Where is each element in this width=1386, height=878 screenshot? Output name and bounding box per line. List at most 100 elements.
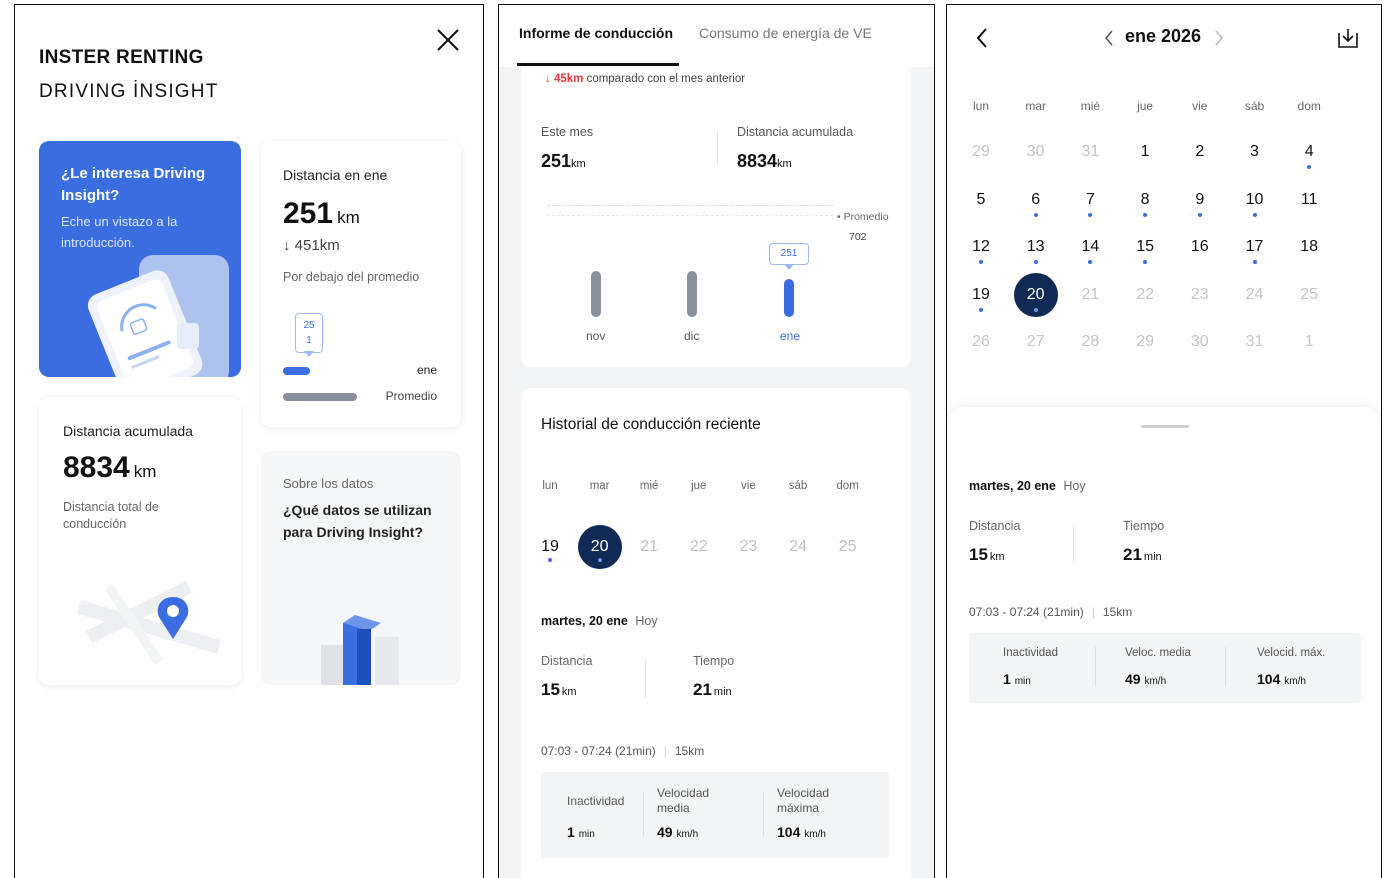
sheet-idle-label: Inactividad bbox=[1003, 647, 1058, 659]
accumulated-distance-label: Distancia acumulada bbox=[63, 423, 193, 439]
calendar-day-0-4[interactable]: 2 bbox=[1178, 130, 1222, 174]
history-day-0[interactable]: 19 bbox=[528, 525, 572, 569]
tab-driving-report[interactable]: Informe de conducción bbox=[519, 25, 673, 41]
bar-value-bubble: 25 1 bbox=[295, 313, 323, 353]
calendar-weekday-3: jue bbox=[1137, 99, 1154, 113]
sheet-distance-value: 15 km bbox=[969, 545, 1005, 564]
monthly-distance-value: 251 km bbox=[283, 197, 360, 230]
history-day-1[interactable]: 20 bbox=[577, 525, 622, 569]
sheet-stats-divider-2 bbox=[1225, 647, 1226, 687]
download-icon[interactable] bbox=[1337, 27, 1359, 49]
calendar-day-2-4[interactable]: 16 bbox=[1178, 225, 1222, 269]
monthly-summary-card: ↓ 45km comparado con el mes anterior Est… bbox=[521, 67, 911, 367]
monthly-distance-card[interactable]: Distancia en ene 251 km ↓ 451km Por debaj… bbox=[261, 141, 461, 427]
calendar-day-3-6[interactable]: 25 bbox=[1287, 273, 1331, 317]
about-data-title: ¿Qué datos se utilizan para Driving Insi… bbox=[283, 502, 432, 540]
history-day-2[interactable]: 21 bbox=[627, 525, 671, 569]
sheet-idle-value: 1 min bbox=[1003, 671, 1031, 687]
next-month-icon[interactable] bbox=[1213, 29, 1225, 47]
sheet-trip-summary[interactable]: 07:03 - 07:24 (21min) | 15km bbox=[969, 605, 1132, 619]
history-day-dot-1 bbox=[597, 558, 602, 562]
calendar-day-dot-2-5 bbox=[1252, 260, 1257, 264]
day-detail-sheet: martes, 20 ene Hoy Distancia 15 km Tiempo… bbox=[947, 407, 1381, 878]
calendar-day-4-5[interactable]: 31 bbox=[1233, 320, 1277, 364]
back-arrow-icon[interactable] bbox=[975, 27, 989, 49]
calendar-day-0-0[interactable]: 29 bbox=[959, 130, 1003, 174]
sheet-day-title: martes, 20 ene Hoy bbox=[969, 479, 1086, 493]
chart-bubble-pointer-icon bbox=[784, 264, 794, 270]
max-speed-label: Velocidad máxima bbox=[777, 786, 830, 815]
about-data-card[interactable]: Sobre los datos ¿Qué datos se utilizan p… bbox=[261, 451, 461, 685]
active-tab-indicator bbox=[517, 63, 679, 66]
history-title: Historial de conducción reciente bbox=[541, 416, 761, 433]
calendar-day-2-6[interactable]: 18 bbox=[1287, 225, 1331, 269]
calendar-day-dot-3-1 bbox=[1033, 307, 1038, 312]
calendar-day-dot-1-5 bbox=[1252, 212, 1257, 217]
calendar-day-4-4[interactable]: 30 bbox=[1178, 320, 1222, 364]
intro-card[interactable]: ¿Le interesa Driving Insight? Eche un vi… bbox=[39, 141, 241, 377]
sheet-drag-handle[interactable] bbox=[1141, 425, 1189, 428]
bubble-pointer-icon bbox=[304, 351, 314, 357]
average-legend: • Promedio bbox=[837, 211, 889, 223]
calendar-day-dot-1-1 bbox=[1033, 212, 1038, 217]
history-day-5[interactable]: 24 bbox=[776, 525, 820, 569]
monthly-distance-delta: ↓ 451km bbox=[283, 237, 340, 254]
driving-insight-home-screen: INSTER RENTING DRIVING İNSIGHT ¿Le inter… bbox=[14, 4, 484, 878]
chart-bubble: 251 bbox=[769, 243, 809, 265]
calendar-weekday-5: sáb bbox=[1244, 99, 1265, 113]
history-weekday-3: jue bbox=[691, 480, 707, 492]
history-weekday-4: vie bbox=[741, 480, 756, 492]
avg-speed-value: 49 km/h bbox=[657, 824, 699, 840]
accum-distance-value: 8834km bbox=[737, 151, 792, 171]
app-title: INSTER RENTING bbox=[39, 47, 204, 68]
average-value: 702 bbox=[849, 231, 867, 243]
map-pin-illustration-icon bbox=[77, 580, 221, 665]
history-distance-label: Distancia bbox=[541, 654, 593, 668]
calendar-day-1-6[interactable]: 11 bbox=[1287, 178, 1331, 222]
calendar-day-0-5[interactable]: 3 bbox=[1233, 130, 1277, 174]
sheet-stats-box: Inactividad 1 min Veloc. media 49 km/h V… bbox=[969, 633, 1361, 703]
history-distance-value: 15 km bbox=[541, 680, 577, 699]
stats-divider-1 bbox=[643, 792, 644, 836]
idle-value: 1 min bbox=[567, 824, 595, 840]
calendar-day-dot-1-2 bbox=[1088, 212, 1093, 217]
calendar-day-3-3[interactable]: 22 bbox=[1123, 273, 1167, 317]
bar-dic bbox=[687, 271, 697, 317]
calendar-day-3-2[interactable]: 21 bbox=[1068, 273, 1112, 317]
calendar-day-4-2[interactable]: 28 bbox=[1068, 320, 1112, 364]
close-icon[interactable] bbox=[435, 27, 461, 53]
calendar-day-4-6[interactable]: 1 bbox=[1287, 320, 1331, 364]
calendar-day-dot-3-0 bbox=[979, 307, 983, 312]
summary-divider bbox=[717, 131, 718, 165]
history-weekday-6: dom bbox=[836, 480, 859, 492]
app-subtitle: DRIVING İNSIGHT bbox=[39, 81, 219, 102]
calendar-weekday-2: mié bbox=[1080, 99, 1101, 113]
calendar-day-3-5[interactable]: 24 bbox=[1233, 273, 1277, 317]
calendar-day-4-1[interactable]: 27 bbox=[1014, 320, 1058, 364]
buildings-illustration-icon bbox=[321, 615, 399, 685]
calendar-day-4-3[interactable]: 29 bbox=[1123, 320, 1167, 364]
calendar-day-3-4[interactable]: 23 bbox=[1178, 273, 1222, 317]
calendar-weekday-0: lun bbox=[972, 99, 989, 113]
history-day-6[interactable]: 25 bbox=[826, 525, 870, 569]
trip-stats-box: Inactividad 1 min Velocidad media 49 km/h… bbox=[541, 772, 889, 858]
max-speed-value: 104 km/h bbox=[777, 824, 826, 840]
month-compare: ↓ 45km comparado con el mes anterior bbox=[545, 73, 746, 85]
trip-summary[interactable]: 07:03 - 07:24 (21min) | 15km bbox=[541, 744, 704, 758]
accumulated-distance-card[interactable]: Distancia acumulada 8834 km Distancia tot… bbox=[39, 397, 241, 685]
calendar-day-4-0[interactable]: 26 bbox=[959, 320, 1003, 364]
tab-ev-energy[interactable]: Consumo de energía de VE bbox=[699, 25, 872, 41]
average-dashed-line bbox=[547, 205, 833, 206]
accum-distance-label: Distancia acumulada bbox=[737, 125, 854, 139]
calendar-day-0-1[interactable]: 30 bbox=[1014, 130, 1058, 174]
history-day-3[interactable]: 22 bbox=[677, 525, 721, 569]
prev-month-icon[interactable] bbox=[1103, 29, 1115, 47]
calendar-day-0-3[interactable]: 1 bbox=[1123, 130, 1167, 174]
driving-report-screen: Informe de conducción Consumo de energía… bbox=[498, 4, 935, 878]
idle-label: Inactividad bbox=[567, 794, 625, 808]
calendar-screen: ene 2026 lun mar mié jue vie sáb dom 29 30 31 1 2 3… bbox=[946, 4, 1382, 878]
calendar-day-1-0[interactable]: 5 bbox=[959, 178, 1003, 222]
calendar-day-0-2[interactable]: 31 bbox=[1068, 130, 1112, 174]
history-day-4[interactable]: 23 bbox=[726, 525, 770, 569]
calendar-day-dot-1-4 bbox=[1197, 212, 1202, 217]
